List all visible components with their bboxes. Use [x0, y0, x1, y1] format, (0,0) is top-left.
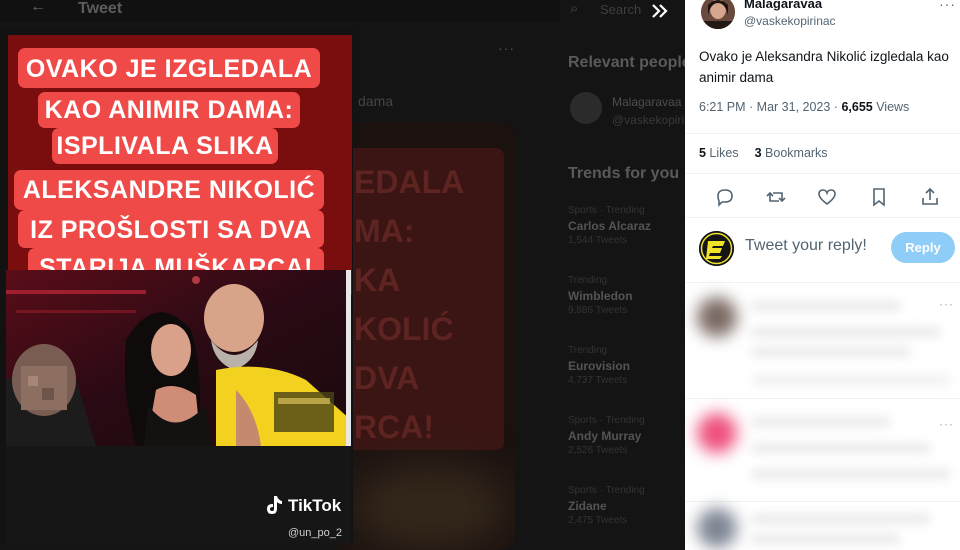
views-count: 6,655	[841, 100, 873, 114]
reply-button[interactable]: Reply	[891, 232, 955, 263]
author-name[interactable]: Malagaravaa	[744, 0, 822, 11]
media-viewer-image[interactable]: OVAKO JE IZGLEDALA KAO ANIMIR DAMA: ISPL…	[0, 30, 353, 543]
divider	[685, 133, 960, 134]
trend-count: 4,737 Tweets	[568, 375, 628, 386]
search-input[interactable]: Search	[600, 2, 641, 17]
likes-count[interactable]: 5	[699, 146, 706, 160]
trend-count: 2,475 Tweets	[568, 515, 628, 526]
tiktok-handle: @un_po_2	[288, 527, 342, 539]
caption-line: ISPLIVALA SLIKA	[56, 132, 274, 160]
likes-label[interactable]: Likes	[706, 146, 738, 160]
background-sidebar: ⌕ Search Relevant people Malagaravaa @va…	[556, 0, 704, 550]
trend-item[interactable]: Trending Wimbledon 9,886 Tweets	[568, 274, 688, 318]
reply-icon[interactable]	[714, 186, 736, 208]
photo	[6, 270, 351, 446]
trend-count: 2,526 Tweets	[568, 445, 628, 456]
background-header: ← Tweet	[0, 0, 560, 22]
views-label: Views	[872, 100, 910, 114]
screen: ← Tweet ··· dama EDALA MA: KA KOLIĆ DVA …	[0, 0, 960, 550]
background-header-title: Tweet	[78, 0, 123, 17]
avatar	[697, 413, 737, 453]
trend-item[interactable]: Sports · Trending Carlos Alcaraz 1,544 T…	[568, 204, 688, 248]
like-icon[interactable]	[816, 186, 838, 208]
tweet-detail-panel: Malagaravaa @vaskekopirinac ··· Ovako je…	[685, 0, 960, 550]
trend-name: Andy Murray	[568, 429, 642, 443]
bookmark-icon[interactable]	[868, 186, 890, 208]
relevant-person-name[interactable]: Malagaravaa	[612, 95, 681, 109]
trend-category: Trending	[568, 275, 608, 286]
relevant-people-heading: Relevant people	[568, 54, 691, 71]
tweet-stats: 5 Likes 3 Bookmarks	[699, 146, 828, 160]
blurred-reply[interactable]: ···	[685, 283, 960, 398]
avatar	[697, 508, 737, 548]
divider	[685, 173, 960, 174]
blurred-reply[interactable]: ···	[685, 399, 960, 501]
more-options-icon[interactable]: ···	[939, 0, 956, 12]
caption-line: ALEKSANDRE NIKOLIĆ	[22, 176, 316, 204]
tiktok-watermark: TikTok	[288, 496, 342, 515]
back-arrow-icon[interactable]: ←	[30, 0, 46, 16]
trend-item[interactable]: Trending Eurovision 4,737 Tweets	[568, 344, 688, 388]
background-media-text: EDALA MA: KA KOLIĆ DVA RCA!	[354, 164, 465, 445]
search-icon[interactable]: ⌕	[570, 0, 578, 17]
bookmarks-count[interactable]: 3	[755, 146, 762, 160]
tweet-actions	[685, 180, 960, 212]
trend-count: 1,544 Tweets	[568, 235, 628, 246]
trend-name: Carlos Alcaraz	[568, 219, 651, 233]
avatar[interactable]	[570, 92, 602, 124]
bookmarks-label[interactable]: Bookmarks	[762, 146, 828, 160]
avatar	[697, 297, 737, 337]
trend-category: Sports · Trending	[568, 485, 645, 496]
reply-input[interactable]: Tweet your reply!	[745, 237, 867, 255]
trend-category: Sports · Trending	[568, 415, 645, 426]
more-options-icon[interactable]: ···	[939, 297, 954, 311]
photo-illustration	[6, 270, 351, 446]
trend-category: Sports · Trending	[568, 205, 645, 216]
blurred-reply[interactable]	[685, 502, 960, 550]
trend-count: 9,886 Tweets	[568, 305, 628, 316]
divider	[685, 217, 960, 218]
background-tweet-snippet: dama	[358, 93, 394, 109]
trend-item[interactable]: Sports · Trending Zidane 2,475 Tweets	[568, 484, 688, 528]
tweet-timestamp[interactable]: 6:21 PM · Mar 31, 2023 ·	[699, 100, 841, 114]
author-handle[interactable]: @vaskekopirinac	[744, 14, 836, 28]
caption-line: KAO ANIMIR DAMA:	[44, 96, 294, 124]
background-tweet-media: EDALA MA: KA KOLIĆ DVA RCA!	[330, 122, 515, 550]
tweet-meta: 6:21 PM · Mar 31, 2023 · 6,655 Views	[699, 100, 909, 114]
trend-category: Trending	[568, 345, 608, 356]
trend-name: Eurovision	[568, 359, 631, 373]
collapse-panel-icon[interactable]	[646, 0, 676, 22]
avatar[interactable]	[701, 0, 735, 29]
trend-item[interactable]: Sports · Trending Andy Murray 2,526 Twee…	[568, 414, 688, 458]
current-user-avatar[interactable]	[699, 231, 734, 266]
trends-heading: Trends for you	[568, 165, 680, 182]
trend-name: Wimbledon	[568, 289, 633, 303]
share-icon[interactable]	[919, 186, 941, 208]
caption-line: IZ PROŠLOSTI SA DVA	[30, 216, 312, 244]
retweet-icon[interactable]	[765, 186, 787, 208]
caption-line: OVAKO JE IZGLEDALA	[25, 55, 313, 83]
trend-name: Zidane	[568, 499, 607, 513]
tweet-text: Ovako je Aleksandra Nikolić izgledala ka…	[699, 49, 949, 85]
more-options-icon[interactable]: ···	[498, 40, 515, 56]
tiktok-icon	[267, 496, 282, 514]
more-options-icon[interactable]: ···	[939, 417, 954, 431]
